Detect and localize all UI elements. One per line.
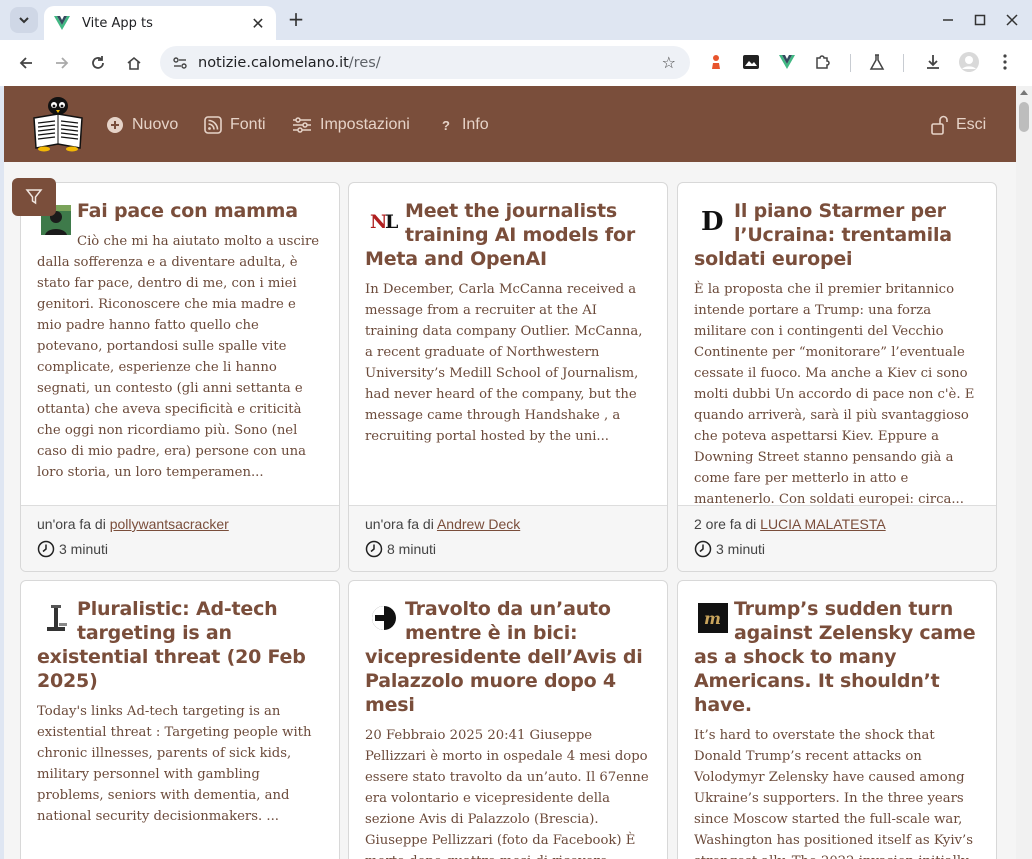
minimize-window-icon[interactable]: [936, 8, 960, 32]
browser-tab[interactable]: Vite App ts ✕: [44, 6, 276, 40]
article-card[interactable]: Fai pace con mamma Ciò che mi ha aiutato…: [20, 182, 340, 572]
question-mark-icon: ?: [442, 117, 450, 133]
nav-new-label: Nuovo: [132, 116, 179, 133]
browser-tab-strip: Vite App ts ✕ +: [0, 0, 1032, 40]
article-footer: un'ora fa di pollywantsacracker 3 minuti: [21, 505, 339, 571]
extensions-puzzle-icon[interactable]: [813, 52, 833, 72]
svg-text:L: L: [385, 211, 398, 233]
article-title[interactable]: m Trump’s sudden turn against Zelensky c…: [694, 597, 980, 717]
rss-feed-icon: [204, 116, 222, 134]
meduza-icon: m: [698, 603, 728, 633]
article-age: un'ora fa di: [365, 516, 434, 532]
article-excerpt: Ciò che mi ha aiutato molto a uscire dal…: [37, 234, 320, 480]
extension-vue-devtools-icon[interactable]: [777, 52, 797, 72]
nav-sources-button[interactable]: Fonti: [204, 113, 266, 137]
article-footer: 2 ore fa di LUCIA MALATESTA 3 minuti: [678, 505, 996, 571]
niemanlab-icon: NL: [369, 205, 399, 235]
article-excerpt: Today's links Ad-tech targeting is an ex…: [37, 704, 312, 824]
unlock-icon: [931, 115, 948, 135]
browser-menu-icon[interactable]: [995, 52, 1015, 72]
page-scrollbar[interactable]: [1016, 86, 1032, 859]
close-tab-icon[interactable]: ✕: [248, 13, 268, 33]
bookmark-star-icon[interactable]: ☆: [662, 53, 676, 72]
back-icon[interactable]: [14, 51, 38, 75]
close-window-icon[interactable]: [1000, 8, 1024, 32]
article-excerpt: It’s hard to overstate the shock that Do…: [694, 728, 973, 859]
article-card[interactable]: m Trump’s sudden turn against Zelensky c…: [677, 580, 997, 859]
scroll-thumb[interactable]: [1019, 102, 1029, 132]
nav-new-button[interactable]: Nuovo: [106, 113, 178, 137]
clock-icon: [365, 540, 383, 558]
article-title[interactable]: Fai pace con mamma: [37, 199, 323, 235]
article-excerpt: 20 Febbraio 2025 20:41 Giuseppe Pellizza…: [365, 728, 649, 859]
tab-title: Vite App ts: [82, 15, 153, 31]
read-time: 3 minuti: [59, 541, 109, 557]
extension-image-icon[interactable]: [741, 52, 761, 72]
clock-icon: [694, 540, 712, 558]
nav-logout-label: Esci: [956, 116, 987, 133]
article-footer: un'ora fa di Andrew Deck 8 minuti: [349, 505, 667, 571]
app-navbar: Nuovo Fonti Impostazioni ? Info Esci: [4, 86, 1016, 162]
toolbar-divider: [903, 54, 904, 72]
nav-settings-label: Impostazioni: [320, 116, 410, 133]
read-time: 3 minuti: [716, 541, 766, 557]
address-bar[interactable]: notizie.calomelano.it/res/ ☆: [160, 46, 690, 79]
vue-logo-icon: [54, 16, 70, 30]
article-author-link[interactable]: pollywantsacracker: [110, 516, 229, 532]
article-age: 2 ore fa di: [694, 516, 757, 532]
labs-flask-icon[interactable]: [867, 52, 887, 72]
page-viewport: Nuovo Fonti Impostazioni ? Info Esci Fai…: [4, 86, 1032, 859]
download-icon[interactable]: [923, 52, 943, 72]
home-icon[interactable]: [122, 51, 146, 75]
article-card[interactable]: NL Meet the journalists training AI mode…: [348, 182, 668, 572]
article-age: un'ora fa di: [37, 516, 106, 532]
article-title[interactable]: NL Meet the journalists training AI mode…: [365, 199, 651, 271]
svg-text:m: m: [704, 609, 721, 628]
maximize-window-icon[interactable]: [968, 8, 992, 32]
pluralistic-icon: [47, 605, 67, 631]
profile-avatar-icon[interactable]: [959, 52, 979, 72]
sliders-icon: [293, 117, 311, 133]
article-title[interactable]: Travolto da un’auto mentre è in bici: vi…: [365, 597, 651, 717]
nav-logout-button[interactable]: Esci: [930, 113, 986, 137]
article-author-link[interactable]: LUCIA MALATESTA: [760, 516, 886, 532]
new-tab-button[interactable]: +: [285, 7, 307, 31]
filter-button[interactable]: [12, 178, 56, 216]
article-card[interactable]: Travolto da un’auto mentre è in bici: vi…: [348, 580, 668, 859]
article-card[interactable]: Pluralistic: Ad-tech targeting is an exi…: [20, 580, 340, 859]
nav-info-label: Info: [461, 116, 489, 133]
reload-icon[interactable]: [86, 51, 110, 75]
extension-chess-icon[interactable]: [706, 52, 726, 72]
url-text: notizie.calomelano.it/res/: [198, 54, 381, 71]
article-title[interactable]: Pluralistic: Ad-tech targeting is an exi…: [37, 597, 323, 693]
article-excerpt: È la proposta che il premier britannico …: [694, 282, 975, 507]
chevron-down-icon: [19, 17, 29, 24]
filter-funnel-icon: [25, 189, 43, 205]
plus-circle-icon: [107, 117, 123, 133]
article-excerpt: In December, Carla McCanna received a me…: [365, 282, 643, 444]
site-settings-icon[interactable]: [172, 55, 188, 71]
read-time: 8 minuti: [387, 541, 437, 557]
domani-icon: D: [701, 207, 724, 235]
article-card[interactable]: D Il piano Starmer per l’Ucraina: trenta…: [677, 182, 997, 572]
nav-settings-button[interactable]: Impostazioni: [292, 113, 410, 137]
nav-info-button[interactable]: ? Info: [442, 113, 489, 137]
toolbar-divider: [850, 54, 851, 72]
nav-sources-label: Fonti: [230, 116, 266, 133]
newspaper-reader-logo-icon[interactable]: [30, 96, 86, 152]
browser-toolbar: notizie.calomelano.it/res/ ☆: [0, 40, 1032, 86]
clock-icon: [37, 540, 55, 558]
article-title[interactable]: D Il piano Starmer per l’Ucraina: trenta…: [694, 199, 980, 271]
article-author-link[interactable]: Andrew Deck: [437, 516, 520, 532]
forward-icon[interactable]: [50, 51, 74, 75]
fanpage-icon: [372, 606, 396, 630]
svg-text:D: D: [701, 207, 723, 235]
tab-search-button[interactable]: [10, 7, 38, 33]
scroll-up-arrow-icon[interactable]: [1020, 90, 1028, 95]
